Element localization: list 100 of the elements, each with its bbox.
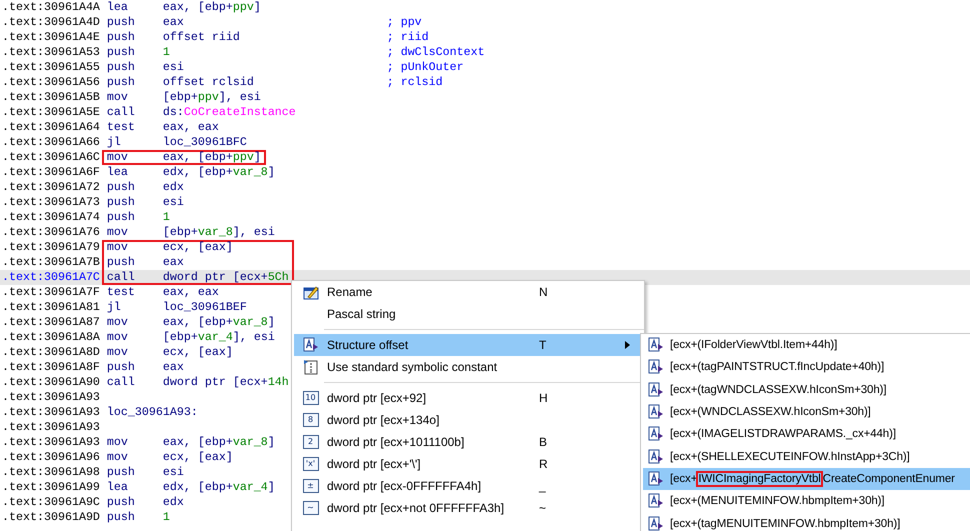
address-label: .text:30961A9C	[2, 495, 101, 510]
instruction: push esi	[106, 465, 184, 480]
list-icon	[302, 359, 318, 375]
menu-item[interactable]: [ecx+(SHELLEXECUTEINFOW.hInstApp+3Ch)]	[643, 445, 970, 468]
address-label: .text:30961A93	[2, 435, 101, 450]
comment-text: ; dwClsContext	[386, 45, 485, 60]
menu-item[interactable]: [ecx+(WNDCLASSEXW.hIconSm+30h)]	[643, 400, 970, 424]
menu-item[interactable]: Rename N	[294, 281, 642, 303]
menu-item[interactable]: [ecx+(tagMENUITEMINFOW.hbmpItem+30h)]	[643, 512, 970, 531]
instruction: mov ecx, [eax]	[106, 450, 233, 465]
address-label: .text:30961A73	[2, 195, 101, 210]
address-label: .text:30961A74	[2, 210, 101, 225]
address-label: .text:30961A6F	[2, 165, 101, 180]
instruction: push 1	[106, 45, 170, 60]
address-label: .text:30961A8D	[2, 345, 101, 360]
address-label: .text:30961A87	[2, 315, 101, 330]
instruction: push offset riid	[106, 30, 240, 45]
document-arrow-icon	[648, 493, 664, 510]
instruction: lea eax, [ebp+ppv]	[106, 0, 261, 15]
instruction: loc_30961A93:	[106, 405, 198, 420]
menu-item[interactable]: [ecx+(tagPAINTSTRUCT.fIncUpdate+40h)]	[643, 356, 970, 379]
number-format-icon: ±	[302, 479, 318, 493]
instruction: push edx	[106, 495, 184, 510]
instruction: mov [ebp+var_4], esi	[106, 330, 275, 345]
menu-item[interactable]: Structure offset T	[294, 334, 642, 356]
address-label: .text:30961A76	[2, 225, 101, 240]
address-label: .text:30961A4E	[2, 30, 101, 45]
address-label: .text:30961A5B	[2, 90, 101, 105]
instruction: jl loc_30961BEF	[106, 300, 247, 315]
instruction: test eax, eax	[106, 285, 219, 300]
document-arrow-icon	[648, 337, 664, 354]
address-label: .text:30961A7F	[2, 285, 101, 300]
instruction: push offset rclsid	[106, 75, 254, 90]
address-label: .text:30961A56	[2, 75, 101, 90]
address-label: .text:30961A72	[2, 180, 101, 195]
address-label: .text:30961A8A	[2, 330, 101, 345]
number-format-icon: 8	[302, 413, 318, 427]
address-label: .text:30961A79	[2, 240, 101, 255]
menu-item[interactable]: 8 dword ptr [ecx+134o]	[294, 409, 642, 431]
address-label: .text:30961A4A	[2, 0, 101, 15]
document-arrow-icon	[648, 448, 664, 465]
address-label: .text:30961A64	[2, 120, 101, 135]
instruction: call dword ptr [ecx+5Ch	[102, 270, 294, 285]
number-format-icon: 2	[302, 435, 318, 449]
number-format-icon: ~	[302, 501, 318, 515]
menu-item[interactable]: Pascal string	[294, 303, 642, 325]
menu-item[interactable]: ~ dword ptr [ecx+not 0FFFFFFA3h] ~	[294, 497, 642, 519]
instruction: push 1	[106, 210, 170, 225]
menu-item[interactable]: Use standard symbolic constant	[294, 356, 642, 378]
address-label: .text:30961A93	[2, 390, 101, 405]
address-label: .text:30961A99	[2, 480, 101, 495]
instruction: push esi	[106, 60, 184, 75]
instruction: mov ecx, [eax]	[102, 240, 294, 255]
menu-item[interactable]: [ecx+(tagWNDCLASSEXW.hIconSm+30h)]	[643, 378, 970, 401]
address-label: .text:30961A96	[2, 450, 101, 465]
instruction: push eax	[106, 360, 184, 375]
menu-item[interactable]: ± dword ptr [ecx-0FFFFFFA4h] _	[294, 475, 642, 497]
menu-item[interactable]: 2 dword ptr [ecx+1011100b] B	[294, 431, 642, 453]
address-label: .text:30961A55	[2, 60, 101, 75]
instruction: lea edx, [ebp+var_8]	[106, 165, 275, 180]
menu-item[interactable]: [ecx+(IFolderViewVtbl.Item+44h)]	[643, 334, 970, 356]
instruction: mov [ebp+var_8], esi	[106, 225, 275, 240]
address-label: .text:30961A81	[2, 300, 101, 315]
pencil-icon	[302, 284, 318, 300]
address-label: .text:30961A7C	[2, 270, 101, 285]
comment-text: ; pUnkOuter	[386, 60, 464, 75]
instruction: push edx	[106, 180, 184, 195]
instruction: call dword ptr [ecx+14h	[106, 375, 289, 390]
address-label: .text:30961A5E	[2, 105, 101, 120]
document-arrow-icon	[648, 359, 664, 376]
instruction: mov ecx, [eax]	[106, 345, 233, 360]
instruction: push eax	[102, 255, 294, 270]
comment-text: ; riid	[386, 30, 429, 45]
address-label: .text:30961A98	[2, 465, 101, 480]
number-format-icon: 10	[302, 391, 318, 405]
address-label: .text:30961A93	[2, 420, 101, 435]
menu-item[interactable]: [ecx+IWICImagingFactoryVtbl CreateComponentEnumer	[643, 468, 970, 490]
menu-item[interactable]: 'x' dword ptr [ecx+'\'] R	[294, 453, 642, 475]
number-format-icon: 'x'	[302, 457, 318, 471]
instruction: call ds:CoCreateInstance	[106, 105, 296, 120]
instruction: push esi	[106, 195, 184, 210]
instruction: mov eax, [ebp+var_8]	[106, 315, 275, 330]
instruction: mov [ebp+ppv], esi	[106, 90, 261, 105]
address-label: .text:30961A7B	[2, 255, 101, 270]
menu-item[interactable]: [ecx+(IMAGELISTDRAWPARAMS._cx+44h)]	[643, 423, 970, 446]
document-arrow-icon	[648, 470, 664, 487]
address-label: .text:30961A53	[2, 45, 101, 60]
document-arrow-icon	[648, 382, 664, 398]
menu-item[interactable]: 10 dword ptr [ecx+92] H	[294, 387, 642, 409]
address-label: .text:30961A9D	[2, 510, 101, 525]
instruction: push 1	[106, 510, 170, 525]
instruction: test eax, eax	[106, 120, 219, 135]
document-arrow-icon	[302, 337, 318, 353]
document-arrow-icon	[648, 404, 664, 420]
instruction: mov eax, [ebp+ppv]	[102, 150, 266, 165]
address-label: .text:30961A90	[2, 375, 101, 390]
instruction: mov eax, [ebp+var_8]	[106, 435, 275, 450]
address-label: .text:30961A8F	[2, 360, 101, 375]
address-label: .text:30961A4D	[2, 15, 101, 30]
menu-item[interactable]: [ecx+(MENUITEMINFOW.hbmpItem+30h)]	[643, 490, 970, 512]
